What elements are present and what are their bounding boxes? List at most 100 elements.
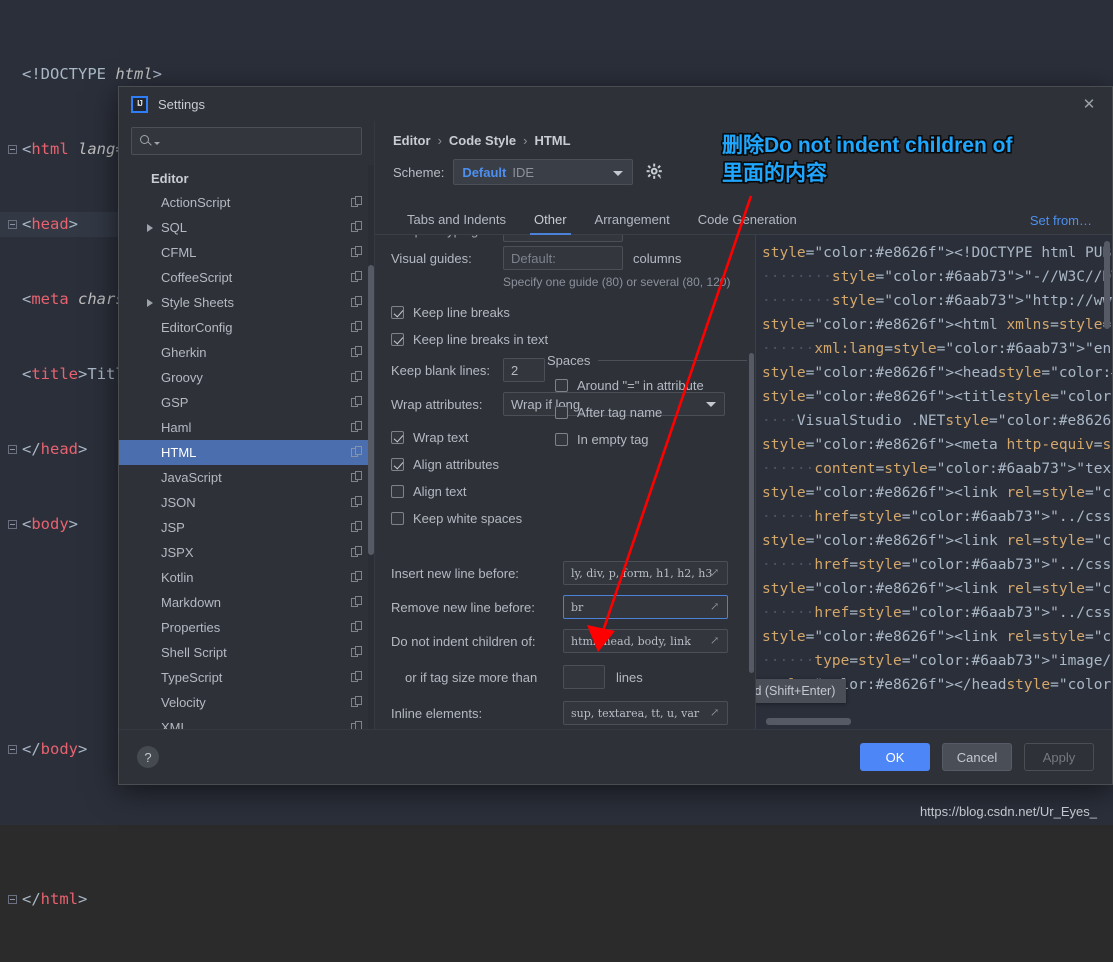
sidebar-item-actionscript[interactable]: ActionScript	[119, 190, 374, 215]
copy-scheme-icon[interactable]	[351, 671, 362, 683]
keep-line-breaks-checkbox[interactable]	[391, 306, 404, 319]
copy-scheme-icon[interactable]	[351, 446, 362, 458]
sidebar-item-properties[interactable]: Properties	[119, 615, 374, 640]
sidebar-item-cfml[interactable]: CFML	[119, 240, 374, 265]
checkbox-row-around-eq[interactable]: Around "=" in attribute	[547, 372, 747, 399]
fold-toggle-icon[interactable]	[8, 445, 17, 454]
after-tag-name-checkbox[interactable]	[555, 406, 568, 419]
tab-tabs-and-indents[interactable]: Tabs and Indents	[393, 212, 520, 234]
wrap-text-checkbox[interactable]	[391, 431, 404, 444]
do-not-indent-children-input[interactable]: html, head, body, link ↗	[563, 629, 728, 653]
sidebar-item-json[interactable]: JSON	[119, 490, 374, 515]
sidebar-item-jspx[interactable]: JSPX	[119, 540, 374, 565]
fold-toggle-icon[interactable]	[8, 895, 17, 904]
checkbox-row-after-tag-name[interactable]: After tag name	[547, 399, 747, 426]
checkbox-row-align-attributes[interactable]: Align attributes	[383, 451, 755, 478]
expand-icon[interactable]: ↗	[710, 707, 722, 719]
close-icon[interactable]: ✕	[1080, 95, 1098, 113]
expand-icon[interactable]: ↗	[710, 567, 722, 579]
sidebar-item-haml[interactable]: Haml	[119, 415, 374, 440]
sidebar-item-editorconfig[interactable]: EditorConfig	[119, 315, 374, 340]
copy-scheme-icon[interactable]	[351, 346, 362, 358]
expand-arrow-icon[interactable]	[147, 224, 153, 232]
ok-button[interactable]: OK	[860, 743, 930, 771]
sidebar-item-xml[interactable]: XML	[119, 715, 374, 729]
expand-icon[interactable]: ↗	[710, 601, 722, 613]
copy-scheme-icon[interactable]	[351, 721, 362, 729]
copy-scheme-icon[interactable]	[351, 521, 362, 533]
visual-guides-input[interactable]: Default:	[503, 246, 623, 270]
keep-blank-lines-input[interactable]: 2	[503, 358, 545, 382]
copy-scheme-icon[interactable]	[351, 696, 362, 708]
in-empty-tag-checkbox[interactable]	[555, 433, 568, 446]
expand-arrow-icon[interactable]	[147, 299, 153, 307]
sidebar-item-kotlin[interactable]: Kotlin	[119, 565, 374, 590]
insert-new-line-before-input[interactable]: ly, div, p, form, h1, h2, h3 ↗	[563, 561, 728, 585]
checkbox-row-keep-white-spaces[interactable]: Keep white spaces	[383, 505, 755, 532]
copy-scheme-icon[interactable]	[351, 596, 362, 608]
breadcrumb-item-editor[interactable]: Editor	[393, 133, 431, 148]
sidebar-item-markdown[interactable]: Markdown	[119, 590, 374, 615]
copy-scheme-icon[interactable]	[351, 271, 362, 283]
tab-code-generation[interactable]: Code Generation	[684, 212, 811, 234]
sidebar-item-style-sheets[interactable]: Style Sheets	[119, 290, 374, 315]
copy-scheme-icon[interactable]	[351, 396, 362, 408]
around-eq-checkbox[interactable]	[555, 379, 568, 392]
copy-scheme-icon[interactable]	[351, 546, 362, 558]
preview-scrollbar-horizontal[interactable]	[766, 718, 851, 725]
form-scrollbar-thumb[interactable]	[749, 353, 754, 673]
checkbox-row-keep-line-breaks[interactable]: Keep line breaks	[383, 299, 755, 326]
sidebar-item-javascript[interactable]: JavaScript	[119, 465, 374, 490]
copy-scheme-icon[interactable]	[351, 471, 362, 483]
sidebar-item-groovy[interactable]: Groovy	[119, 365, 374, 390]
sidebar-item-shell-script[interactable]: Shell Script	[119, 640, 374, 665]
copy-scheme-icon[interactable]	[351, 571, 362, 583]
remove-new-line-before-input[interactable]: br ↗	[563, 595, 728, 619]
sidebar-item-sql[interactable]: SQL	[119, 215, 374, 240]
sidebar-item-html[interactable]: HTML	[119, 440, 374, 465]
checkbox-row-align-text[interactable]: Align text	[383, 478, 755, 505]
wrap-on-typing-dropdown[interactable]: Default: No	[503, 235, 623, 242]
copy-scheme-icon[interactable]	[351, 296, 362, 308]
copy-scheme-icon[interactable]	[351, 421, 362, 433]
fold-toggle-icon[interactable]	[8, 145, 17, 154]
tab-arrangement[interactable]: Arrangement	[581, 212, 684, 234]
keep-line-breaks-in-text-checkbox[interactable]	[391, 333, 404, 346]
copy-scheme-icon[interactable]	[351, 246, 362, 258]
keep-white-spaces-checkbox[interactable]	[391, 512, 404, 525]
checkbox-row-keep-line-breaks-in-text[interactable]: Keep line breaks in text	[383, 326, 755, 353]
copy-scheme-icon[interactable]	[351, 496, 362, 508]
copy-scheme-icon[interactable]	[351, 196, 362, 208]
sidebar-item-gsp[interactable]: GSP	[119, 390, 374, 415]
inline-elements-input[interactable]: sup, textarea, tt, u, var ↗	[563, 701, 728, 725]
apply-button[interactable]: Apply	[1024, 743, 1094, 771]
breadcrumb-item-code-style[interactable]: Code Style	[449, 133, 516, 148]
align-text-checkbox[interactable]	[391, 485, 404, 498]
copy-scheme-icon[interactable]	[351, 371, 362, 383]
fold-toggle-icon[interactable]	[8, 745, 17, 754]
sidebar-item-coffeescript[interactable]: CoffeeScript	[119, 265, 374, 290]
copy-scheme-icon[interactable]	[351, 221, 362, 233]
sidebar-item-velocity[interactable]: Velocity	[119, 690, 374, 715]
cancel-button[interactable]: Cancel	[942, 743, 1012, 771]
sidebar-item-gherkin[interactable]: Gherkin	[119, 340, 374, 365]
fold-toggle-icon[interactable]	[8, 520, 17, 529]
help-button[interactable]: ?	[137, 746, 159, 768]
copy-scheme-icon[interactable]	[351, 321, 362, 333]
set-from-link[interactable]: Set from…	[1030, 213, 1092, 228]
expand-icon[interactable]: ↗	[710, 635, 722, 647]
preview-scrollbar-vertical[interactable]	[1104, 241, 1110, 329]
sidebar-item-typescript[interactable]: TypeScript	[119, 665, 374, 690]
scheme-dropdown[interactable]: Default IDE	[453, 159, 634, 185]
checkbox-row-in-empty-tag[interactable]: In empty tag	[547, 426, 747, 453]
tab-other[interactable]: Other	[520, 212, 581, 235]
sidebar-scrollbar-thumb[interactable]	[368, 265, 374, 555]
fold-toggle-icon[interactable]	[8, 220, 17, 229]
gear-icon[interactable]	[646, 163, 664, 181]
align-attributes-checkbox[interactable]	[391, 458, 404, 471]
search-input[interactable]	[131, 127, 362, 155]
sidebar-item-jsp[interactable]: JSP	[119, 515, 374, 540]
copy-scheme-icon[interactable]	[351, 646, 362, 658]
code-preview-pane[interactable]: style="color:#e8626f"><!DOCTYPE html PUB…	[756, 235, 1112, 729]
copy-scheme-icon[interactable]	[351, 621, 362, 633]
